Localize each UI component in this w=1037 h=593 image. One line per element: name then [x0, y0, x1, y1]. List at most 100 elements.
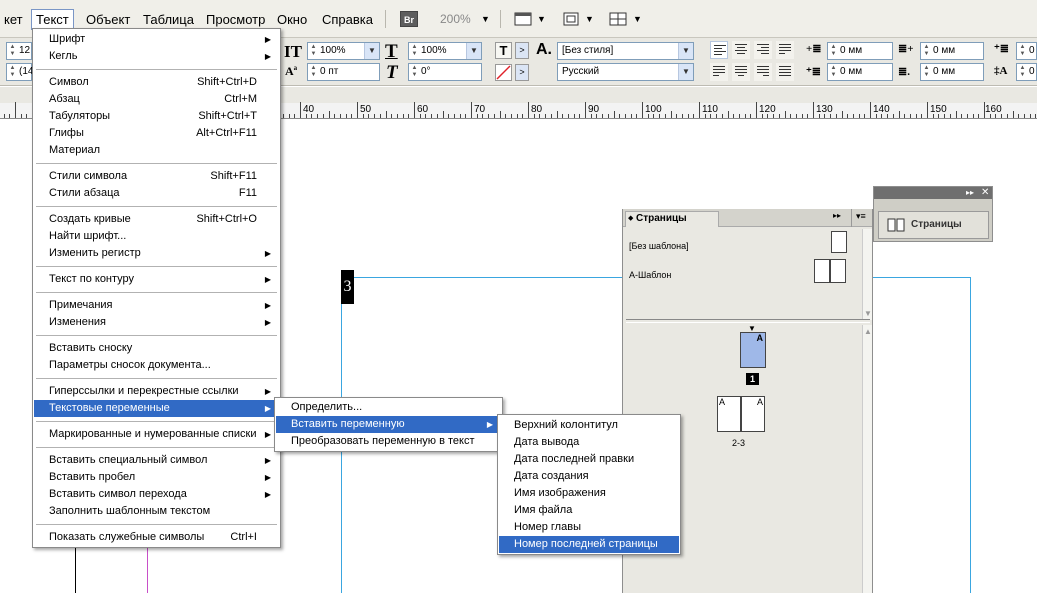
menu-item-номер-главы[interactable]: Номер главы — [499, 519, 679, 536]
panel-section-divider[interactable] — [626, 319, 870, 323]
menu-item-вставить-пробел[interactable]: Вставить пробел ▶ — [34, 469, 279, 486]
drop-cap-field[interactable]: ▲ ▼ 0 — [1016, 63, 1037, 81]
menu-item-определить[interactable]: Определить... — [276, 399, 501, 416]
space-before-field[interactable]: ▲ ▼ 0 — [1016, 42, 1037, 60]
panel-expand-icon[interactable]: ▸▸ — [833, 211, 841, 220]
panel-menu-icon[interactable]: ▾≡ — [856, 211, 866, 222]
menu-item-стили-абзаца[interactable]: Стили абзаца F11 — [34, 185, 279, 202]
master-a-right-thumb[interactable] — [830, 259, 846, 283]
language-select[interactable]: Русский ▼ — [557, 63, 694, 81]
menu-item-вставить-специальный-символ[interactable]: Вставить специальный символ ▶ — [34, 452, 279, 469]
align-center-icon[interactable] — [732, 41, 750, 59]
justify-center-icon[interactable] — [732, 63, 750, 81]
menu-item-текстовые-переменные[interactable]: Текстовые переменные ▶ — [34, 400, 279, 417]
scroll-down-icon[interactable]: ▼ — [864, 309, 872, 318]
menu-item-изменить-регистр[interactable]: Изменить регистр ▶ — [34, 245, 279, 262]
menu-item-материал[interactable]: Материал — [34, 142, 279, 159]
scroll-up-icon[interactable]: ▲ — [864, 327, 872, 336]
skew-field[interactable]: ▲ ▼ 0° — [408, 63, 482, 81]
menu-item-table[interactable]: Таблица — [139, 9, 198, 30]
spinner-icon[interactable]: ▲ ▼ — [1018, 44, 1027, 58]
menu-item-кегль[interactable]: Кегль ▶ — [34, 48, 279, 65]
masters-scrollbar[interactable]: ▼ — [862, 229, 872, 320]
horizontal-scale-field[interactable]: ▲ ▼ 100% ▼ — [408, 42, 482, 60]
view-options-dropdown-icon[interactable]: ▼ — [537, 9, 546, 30]
spinner-icon[interactable]: ▲ ▼ — [922, 44, 931, 58]
page-1-thumb[interactable]: А — [740, 332, 766, 368]
zoom-dropdown-icon[interactable]: ▼ — [481, 9, 490, 30]
justify-all-icon[interactable] — [776, 63, 794, 81]
stroke-none-icon[interactable] — [495, 64, 512, 81]
menu-item-вставить-переменную[interactable]: Вставить переменную ▶ — [276, 416, 501, 433]
spinner-icon[interactable]: ▲ ▼ — [8, 65, 17, 79]
dropdown-arrow-icon[interactable]: ▼ — [678, 64, 693, 80]
tab-collapse-icon[interactable]: ◆ — [628, 212, 633, 226]
menu-item-стили-символа[interactable]: Стили символа Shift+F11 — [34, 168, 279, 185]
menu-item-text[interactable]: Текст — [31, 9, 74, 30]
font-size-field[interactable]: ▲ ▼ 12 — [6, 42, 32, 60]
first-line-indent-field[interactable]: ▲ ▼ 0 мм — [827, 63, 893, 81]
menu-item-преобразовать-переменную-в-текст[interactable]: Преобразовать переменную в текст — [276, 433, 501, 450]
menu-item-абзац[interactable]: Абзац Ctrl+M — [34, 91, 279, 108]
menu-item-заполнить-шаблонным-текстом[interactable]: Заполнить шаблонным текстом — [34, 503, 279, 520]
menu-item-символ[interactable]: Символ Shift+Ctrl+D — [34, 74, 279, 91]
menu-item-help[interactable]: Справка — [318, 9, 377, 30]
spinner-icon[interactable]: ▲ ▼ — [309, 44, 318, 58]
pages-scrollbar[interactable]: ▲ — [862, 325, 872, 593]
master-none[interactable]: [Без шаблона] — [629, 241, 689, 251]
menu-item-object[interactable]: Объект — [82, 9, 134, 30]
spinner-icon[interactable]: ▲ ▼ — [829, 65, 838, 79]
baseline-shift-field[interactable]: ▲ ▼ 0 пт — [307, 63, 380, 81]
page-number-marker[interactable]: 3 — [341, 270, 354, 304]
menu-item-дата-последней-правки[interactable]: Дата последней правки — [499, 451, 679, 468]
right-indent-field[interactable]: ▲ ▼ 0 мм — [920, 42, 984, 60]
menu-item-шрифт[interactable]: Шрифт ▶ — [34, 31, 279, 48]
page-3-thumb[interactable]: А — [741, 396, 765, 432]
menu-item-номер-последней-страницы[interactable]: Номер последней страницы — [499, 536, 679, 553]
screen-mode-icon[interactable] — [562, 11, 580, 27]
menu-item-создать-кривые[interactable]: Создать кривые Shift+Ctrl+O — [34, 211, 279, 228]
zoom-level[interactable]: 200% — [440, 9, 471, 30]
menu-item-гиперссылки-и-перекрестные-ссылки[interactable]: Гиперссылки и перекрестные ссылки ▶ — [34, 383, 279, 400]
menu-item-вставить-символ-перехода[interactable]: Вставить символ перехода ▶ — [34, 486, 279, 503]
character-style-select[interactable]: [Без стиля] ▼ — [557, 42, 694, 60]
left-indent-field[interactable]: ▲ ▼ 0 мм — [827, 42, 893, 60]
spinner-icon[interactable]: ▲ ▼ — [309, 65, 318, 79]
align-left-icon[interactable] — [710, 41, 728, 59]
master-a-left-thumb[interactable] — [814, 259, 830, 283]
menu-item-layout[interactable]: кет — [0, 9, 27, 30]
vertical-scale-field[interactable]: ▲ ▼ 100% ▼ — [307, 42, 380, 60]
menu-item-глифы[interactable]: Глифы Alt+Ctrl+F11 — [34, 125, 279, 142]
spinner-icon[interactable]: ▲ ▼ — [1018, 65, 1027, 79]
arrange-documents-icon[interactable] — [609, 11, 627, 27]
arrange-documents-dropdown-icon[interactable]: ▼ — [633, 9, 642, 30]
master-a[interactable]: А-Шаблон — [629, 270, 671, 280]
menu-item-показать-служебные-символы[interactable]: Показать служебные символы Ctrl+I — [34, 529, 279, 546]
menu-item-текст-по-контуру[interactable]: Текст по контуру ▶ — [34, 271, 279, 288]
stroke-dropdown-icon[interactable]: > — [515, 64, 529, 81]
fill-text-icon[interactable]: T — [495, 42, 512, 59]
dropdown-arrow-icon[interactable]: ▼ — [466, 43, 481, 59]
master-none-thumb[interactable] — [831, 231, 847, 253]
dropdown-arrow-icon[interactable]: ▼ — [364, 43, 379, 59]
menu-item-дата-вывода[interactable]: Дата вывода — [499, 434, 679, 451]
spinner-icon[interactable]: ▲ ▼ — [8, 44, 17, 58]
align-right-icon[interactable] — [754, 41, 772, 59]
menu-item-view[interactable]: Просмотр — [202, 9, 269, 30]
tab-pages[interactable]: ◆ Страницы — [625, 211, 719, 227]
panel-expand-icon[interactable]: ▸▸ — [966, 187, 974, 199]
screen-mode-dropdown-icon[interactable]: ▼ — [585, 9, 594, 30]
pages-panel-button[interactable]: Страницы — [878, 211, 989, 239]
dropdown-arrow-icon[interactable]: ▼ — [678, 43, 693, 59]
spinner-icon[interactable]: ▲ ▼ — [410, 65, 419, 79]
menu-item-имя-файла[interactable]: Имя файла — [499, 502, 679, 519]
justify-left-icon[interactable] — [710, 63, 728, 81]
bridge-icon[interactable]: Br — [400, 11, 418, 27]
menu-item-параметры-сносок-документа[interactable]: Параметры сносок документа... — [34, 357, 279, 374]
spinner-icon[interactable]: ▲ ▼ — [922, 65, 931, 79]
spinner-icon[interactable]: ▲ ▼ — [410, 44, 419, 58]
panel-titlebar[interactable] — [874, 187, 992, 199]
menu-item-табуляторы[interactable]: Табуляторы Shift+Ctrl+T — [34, 108, 279, 125]
menu-item-примечания[interactable]: Примечания ▶ — [34, 297, 279, 314]
justify-right-icon[interactable] — [754, 63, 772, 81]
